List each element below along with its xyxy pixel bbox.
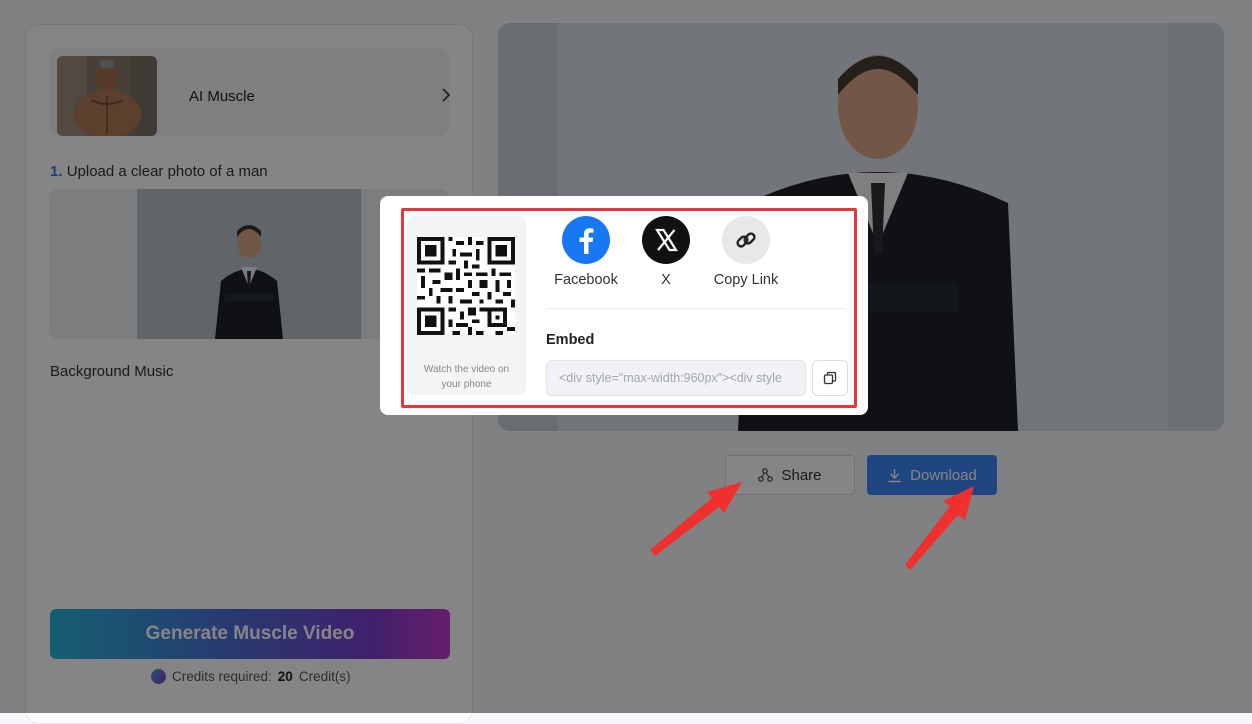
share-modal: Watch the video on your phone Facebook X…: [380, 196, 868, 415]
highlight-box: [401, 208, 857, 408]
